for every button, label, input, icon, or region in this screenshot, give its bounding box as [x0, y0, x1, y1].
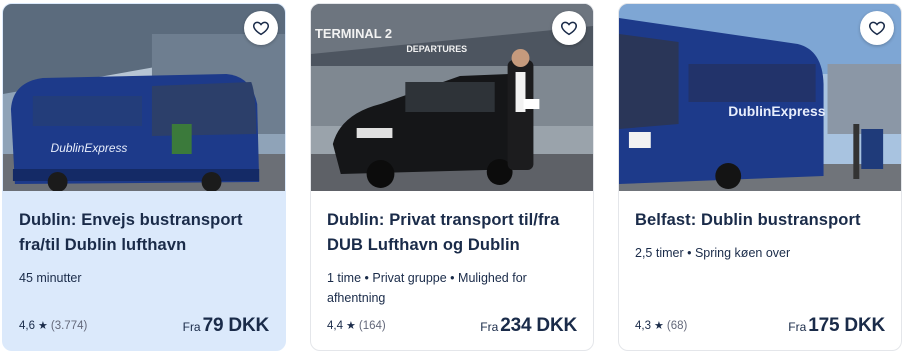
star-icon: ★: [38, 320, 48, 332]
terminal-sign-text: TERMINAL 2: [315, 26, 392, 41]
price-from-label: Fra: [788, 320, 807, 334]
activity-card[interactable]: TERMINAL 2 DEPARTURES Dublin: Privat tra…: [310, 3, 594, 351]
activity-photo-van[interactable]: TERMINAL 2 DEPARTURES: [311, 4, 593, 191]
activity-photo-bus[interactable]: DublinExpress: [619, 4, 901, 191]
price: Fra 234 DKK: [480, 315, 577, 337]
rating: 4,4 ★ (164): [327, 319, 386, 333]
activity-meta: 2,5 timer • Spring køen over: [635, 246, 791, 260]
activity-title[interactable]: Belfast: Dublin bustransport: [635, 208, 885, 233]
wishlist-heart-button[interactable]: [552, 11, 586, 45]
price-from-label: Fra: [182, 320, 201, 334]
wishlist-heart-button[interactable]: [860, 11, 894, 45]
activity-title[interactable]: Dublin: Envejs bustransport fra/til Dubl…: [19, 208, 269, 258]
star-icon: ★: [346, 320, 356, 332]
price-amount: 79 DKK: [202, 315, 270, 336]
activity-card[interactable]: DublinExpress Belfast: Dublin bustranspo…: [618, 3, 902, 351]
bus-brand-text: DublinExpress: [51, 141, 128, 155]
heart-icon: [253, 21, 269, 36]
price-amount: 175 DKK: [808, 315, 885, 336]
review-count: (3.774): [50, 319, 88, 332]
activity-meta: 1 time • Privat gruppe • Mulighed for af…: [327, 271, 527, 305]
heart-icon: [869, 21, 885, 36]
wishlist-heart-button[interactable]: [244, 11, 278, 45]
bus-brand-text: DublinExpress: [728, 103, 825, 119]
heart-icon: [561, 21, 577, 36]
rating: 4,6 ★ (3.774): [19, 319, 88, 333]
rating: 4,3 ★ (68): [635, 319, 688, 333]
star-icon: ★: [654, 320, 664, 332]
activity-title[interactable]: Dublin: Privat transport til/fra DUB Luf…: [327, 208, 577, 258]
price-from-label: Fra: [480, 320, 499, 334]
rating-value: 4,6: [19, 319, 35, 332]
activity-photo-bus[interactable]: DublinExpress: [3, 4, 285, 191]
review-count: (164): [358, 319, 386, 332]
price-amount: 234 DKK: [500, 315, 577, 336]
rating-value: 4,3: [635, 319, 651, 332]
activity-card[interactable]: DublinExpress Dublin: Envejs bustranspor…: [2, 3, 286, 351]
price: Fra 175 DKK: [788, 315, 885, 337]
review-count: (68): [666, 319, 688, 332]
price: Fra 79 DKK: [182, 315, 270, 337]
departures-sign-text: DEPARTURES: [406, 44, 467, 54]
activity-meta: 45 minutter: [19, 271, 82, 285]
rating-value: 4,4: [327, 319, 343, 332]
